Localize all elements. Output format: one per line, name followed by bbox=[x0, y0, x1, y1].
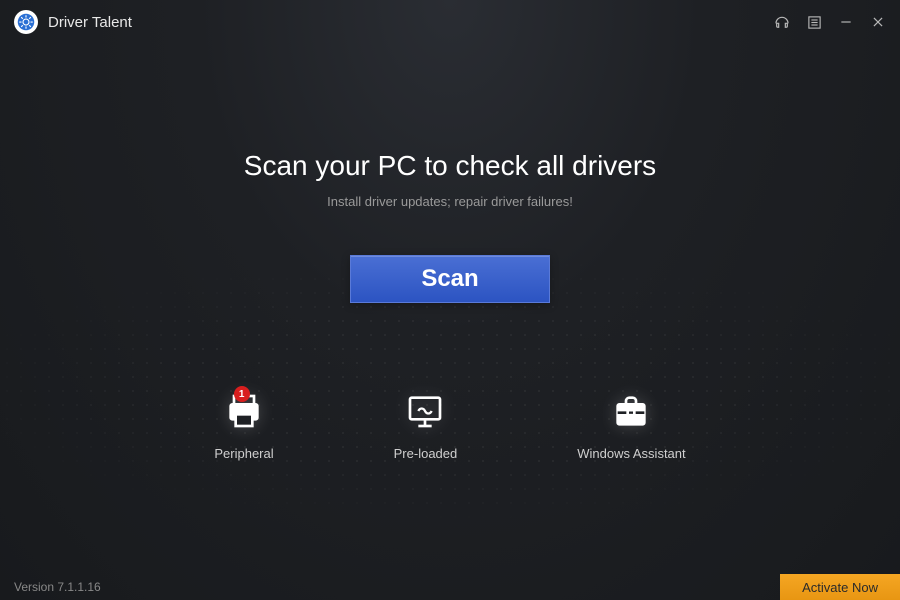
tool-label: Windows Assistant bbox=[577, 446, 685, 461]
main-content: Scan your PC to check all drivers Instal… bbox=[0, 150, 900, 303]
support-icon[interactable] bbox=[774, 14, 790, 30]
app-logo-icon bbox=[14, 10, 38, 34]
headline: Scan your PC to check all drivers bbox=[244, 150, 656, 182]
titlebar-right bbox=[774, 14, 886, 30]
tool-preloaded[interactable]: Pre-loaded bbox=[394, 390, 458, 461]
minimize-icon[interactable] bbox=[838, 14, 854, 30]
tool-label: Peripheral bbox=[214, 446, 273, 461]
tool-label: Pre-loaded bbox=[394, 446, 458, 461]
tool-row: 1 Peripheral Pre-loaded Windows Assistan… bbox=[0, 390, 900, 461]
scan-button[interactable]: Scan bbox=[350, 255, 550, 303]
toolbox-icon bbox=[610, 390, 652, 432]
subtext: Install driver updates; repair driver fa… bbox=[327, 194, 573, 209]
tool-peripheral[interactable]: 1 Peripheral bbox=[214, 390, 273, 461]
close-icon[interactable] bbox=[870, 14, 886, 30]
monitor-icon bbox=[404, 390, 446, 432]
peripheral-badge: 1 bbox=[234, 386, 250, 402]
version-text: Version 7.1.1.16 bbox=[14, 580, 101, 594]
menu-icon[interactable] bbox=[806, 14, 822, 30]
app-title: Driver Talent bbox=[48, 14, 132, 31]
titlebar-left: Driver Talent bbox=[14, 10, 132, 34]
footer: Version 7.1.1.16 Activate Now bbox=[0, 574, 900, 600]
activate-button[interactable]: Activate Now bbox=[780, 574, 900, 600]
tool-windows-assistant[interactable]: Windows Assistant bbox=[577, 390, 685, 461]
titlebar: Driver Talent bbox=[0, 0, 900, 44]
